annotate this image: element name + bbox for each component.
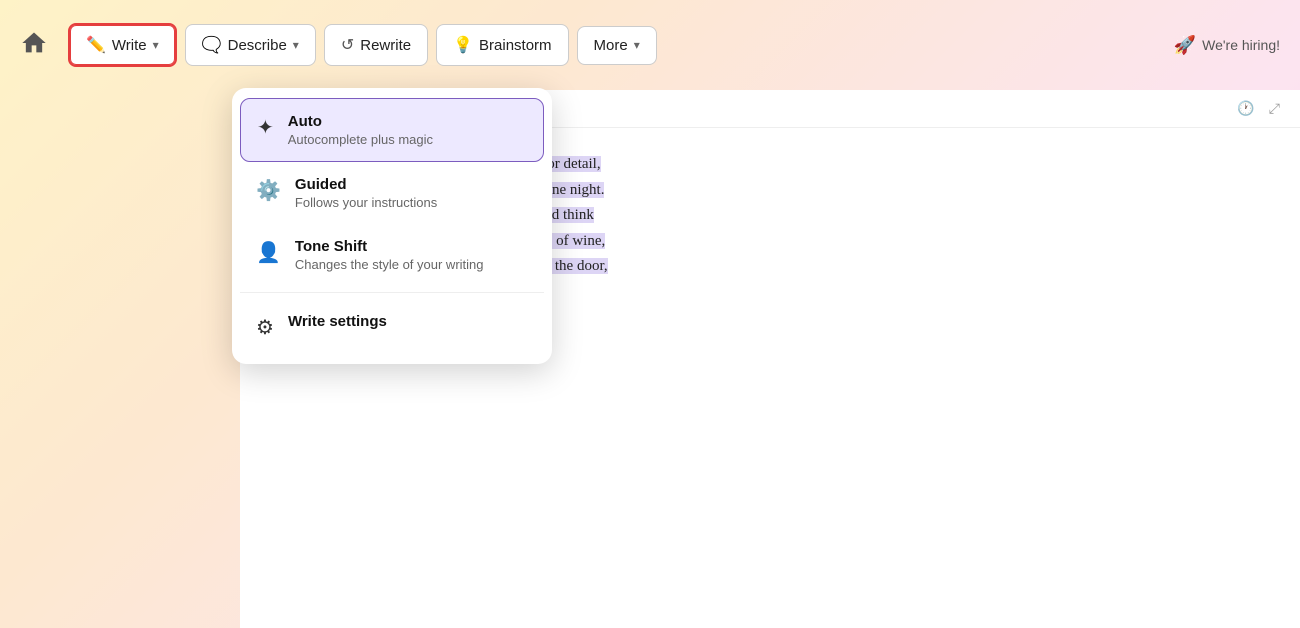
hiring-text: We're hiring!	[1202, 37, 1280, 53]
more-chevron-icon: ▾	[634, 38, 640, 52]
menu-item-guided[interactable]: ⚙️ Guided Follows your instructions	[240, 162, 544, 224]
guided-icon: ⚙️	[256, 178, 281, 203]
rewrite-icon: ↺	[341, 35, 354, 55]
write-icon: ✏️	[86, 35, 106, 55]
write-chevron-icon: ▾	[153, 38, 159, 52]
guided-title: Guided	[295, 176, 437, 193]
more-label: More	[594, 37, 628, 54]
write-label: Write	[112, 37, 147, 54]
rocket-icon: 🚀	[1174, 35, 1196, 56]
brainstorm-label: Brainstorm	[479, 37, 552, 54]
tone-shift-title: Tone Shift	[295, 238, 484, 255]
write-dropdown-menu: ✦ Auto Autocomplete plus magic ⚙️ Guided…	[232, 88, 552, 364]
left-sidebar	[0, 0, 240, 628]
history-icon[interactable]: 🕐	[1233, 98, 1258, 119]
brainstorm-icon: 💡	[453, 35, 473, 55]
menu-item-tone-shift[interactable]: 👤 Tone Shift Changes the style of your w…	[240, 224, 544, 286]
rewrite-button[interactable]: ↺ Rewrite	[324, 24, 428, 66]
write-settings-label: Write settings	[288, 313, 387, 330]
settings-icon: ⚙	[256, 315, 274, 340]
rewrite-label: Rewrite	[360, 37, 411, 54]
menu-item-auto[interactable]: ✦ Auto Autocomplete plus magic	[240, 98, 544, 162]
top-nav: ✏️ Write ▾ 🗨️ Describe ▾ ↺ Rewrite 💡 Bra…	[0, 0, 1300, 90]
home-button[interactable]	[20, 29, 48, 62]
describe-label: Describe	[228, 37, 287, 54]
auto-subtitle: Autocomplete plus magic	[288, 132, 433, 147]
describe-chevron-icon: ▾	[293, 38, 299, 52]
expand-icon[interactable]: ⤢	[1265, 98, 1284, 119]
tone-shift-icon: 👤	[256, 240, 281, 265]
describe-icon: 🗨️	[202, 35, 222, 55]
describe-button[interactable]: 🗨️ Describe ▾	[185, 24, 316, 66]
home-icon	[20, 29, 48, 57]
tone-shift-subtitle: Changes the style of your writing	[295, 257, 484, 272]
more-button[interactable]: More ▾	[577, 26, 657, 65]
hiring-link[interactable]: 🚀 We're hiring!	[1174, 35, 1280, 56]
brainstorm-button[interactable]: 💡 Brainstorm	[436, 24, 568, 66]
auto-title: Auto	[288, 113, 433, 130]
write-button[interactable]: ✏️ Write ▾	[68, 23, 177, 67]
menu-divider	[240, 292, 544, 293]
menu-item-write-settings[interactable]: ⚙ Write settings	[240, 299, 544, 354]
guided-subtitle: Follows your instructions	[295, 195, 437, 210]
auto-icon: ✦	[257, 115, 274, 140]
